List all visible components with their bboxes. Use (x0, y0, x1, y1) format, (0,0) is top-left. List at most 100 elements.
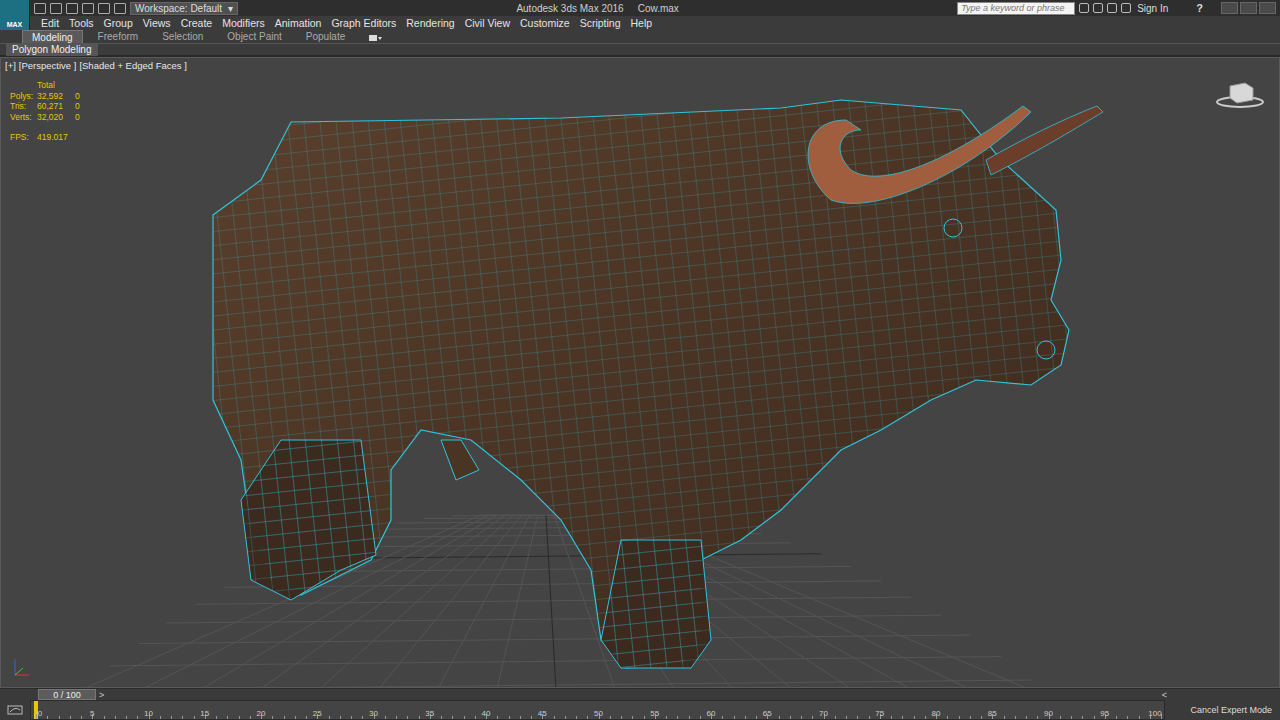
ribbon-toggle[interactable] (368, 33, 382, 43)
maximize-icon[interactable] (1240, 2, 1257, 14)
toolbar-icon[interactable] (1121, 3, 1131, 13)
tick-label: 30 (369, 709, 378, 718)
help-button[interactable]: ? (1182, 2, 1217, 14)
menu-item[interactable]: Views (138, 17, 176, 29)
frame-tick (790, 716, 791, 719)
quick-access-icon[interactable] (82, 3, 94, 14)
viewport-label[interactable]: [Perspective ] (19, 60, 77, 71)
frame-tick (239, 716, 240, 719)
frame-tick (779, 716, 780, 719)
frame-tick (959, 716, 960, 719)
menu-item[interactable]: Civil View (460, 17, 515, 29)
sign-in-button[interactable]: Sign In (1135, 3, 1178, 14)
quick-access-icon[interactable] (34, 3, 46, 14)
frame-tick (846, 716, 847, 719)
menu-item[interactable]: Tools (64, 17, 99, 29)
tick-label: 85 (988, 709, 997, 718)
frame-tick (329, 716, 330, 719)
stat-label: Polys: (10, 91, 37, 102)
stat-selected: 0 (75, 91, 95, 102)
time-slider-thumb[interactable]: 0 / 100 (38, 689, 96, 700)
next-frame-button[interactable]: > (96, 690, 107, 700)
quick-access-icon[interactable] (66, 3, 78, 14)
ribbon-tab[interactable]: Modeling (22, 30, 83, 43)
frame-tick (81, 716, 82, 719)
frame-tick (126, 716, 127, 719)
toolbar-icon[interactable] (1079, 3, 1089, 13)
ribbon-tab[interactable]: Object Paint (218, 30, 290, 43)
frame-tick (160, 716, 161, 719)
tab-label: Selection (162, 31, 203, 42)
prev-frame-button[interactable]: < (1159, 690, 1170, 700)
ribbon-tab[interactable]: Freeform (89, 30, 148, 43)
fps-value: 419.017 (37, 132, 75, 143)
cancel-expert-mode-button[interactable]: Cancel Expert Mode (1190, 705, 1272, 715)
tick-label: 35 (425, 709, 434, 718)
toolbar-icon[interactable] (1093, 3, 1103, 13)
menu-item[interactable]: Help (625, 17, 657, 29)
spacer (10, 80, 37, 91)
app-title: Autodesk 3ds Max 2016 (516, 3, 623, 14)
tick-label: 60 (707, 709, 716, 718)
tick-label: 45 (538, 709, 547, 718)
tick-label: 90 (1044, 709, 1053, 718)
menu-item[interactable]: Edit (36, 17, 64, 29)
toolbar-icon[interactable] (1107, 3, 1117, 13)
frame-tick (689, 716, 690, 719)
menu-item[interactable]: Modifiers (217, 17, 270, 29)
tick-label: 15 (200, 709, 209, 718)
ribbon-toggle-icon (368, 33, 382, 43)
menu-item[interactable]: Create (176, 17, 218, 29)
quick-access-icon[interactable] (98, 3, 110, 14)
tick-label: 20 (257, 709, 266, 718)
fps-label: FPS: (10, 132, 37, 143)
workspace-dropdown[interactable]: Workspace: Default▾ (130, 2, 238, 15)
frame-tick (801, 716, 802, 719)
title-bar: Workspace: Default▾ Autodesk 3ds Max 2016… (30, 0, 1280, 16)
curve-editor-button[interactable] (0, 700, 30, 720)
minimize-icon[interactable] (1221, 2, 1238, 14)
close-icon[interactable] (1259, 2, 1276, 14)
ribbon-tab[interactable]: Selection (153, 30, 212, 43)
frame-tick (351, 716, 352, 719)
statistics-overlay: TotalPolys:32,5920Tris:60,2710Verts:32,0… (10, 80, 95, 143)
menu-item[interactable]: Scripting (575, 17, 626, 29)
tick-label: 65 (763, 709, 772, 718)
menu-item[interactable]: Rendering (401, 17, 459, 29)
frame-tick (396, 716, 397, 719)
viewport-label[interactable]: [+] (5, 60, 16, 71)
menu-item[interactable]: Group (99, 17, 138, 29)
menu-item[interactable]: Customize (515, 17, 575, 29)
frame-tick (677, 716, 678, 719)
tick-label: 80 (932, 709, 941, 718)
frame-tick (554, 716, 555, 719)
quick-access-icon[interactable] (50, 3, 62, 14)
frame-tick (745, 716, 746, 719)
menu-item[interactable]: Animation (270, 17, 327, 29)
menu-bar: EditToolsGroupViewsCreateModifiersAnimat… (30, 16, 1280, 30)
tab-label: Populate (306, 31, 345, 42)
quick-access-icon[interactable] (114, 3, 126, 14)
tick-label: 75 (875, 709, 884, 718)
search-field[interactable] (957, 2, 1075, 15)
tick-label: 50 (594, 709, 603, 718)
panel-label[interactable]: Polygon Modeling (6, 44, 98, 56)
track-bar: 0510152025303540455055606570758085909510… (0, 700, 1280, 720)
frame-tick (419, 716, 420, 719)
viewport-label[interactable]: [Shaded + Edged Faces ] (79, 60, 186, 71)
stat-total: 32,020 (37, 112, 75, 123)
frame-tick (194, 716, 195, 719)
curve-editor-icon (7, 704, 23, 716)
viewport[interactable]: [+][Perspective ][Shaded + Edged Faces ]… (0, 57, 1280, 688)
time-slider: 0 / 100> < (0, 688, 1280, 700)
frame-ruler[interactable]: 0510152025303540455055606570758085909510… (30, 700, 1165, 720)
tick-label: 10 (144, 709, 153, 718)
frame-tick (722, 716, 723, 719)
ribbon-tab[interactable]: Populate (297, 30, 354, 43)
frame-tick (36, 714, 37, 719)
frame-tick (182, 716, 183, 719)
app-logo[interactable]: MAX (0, 0, 30, 30)
tick-label: 40 (482, 709, 491, 718)
menu-item[interactable]: Graph Editors (326, 17, 401, 29)
tick-label: 25 (313, 709, 322, 718)
